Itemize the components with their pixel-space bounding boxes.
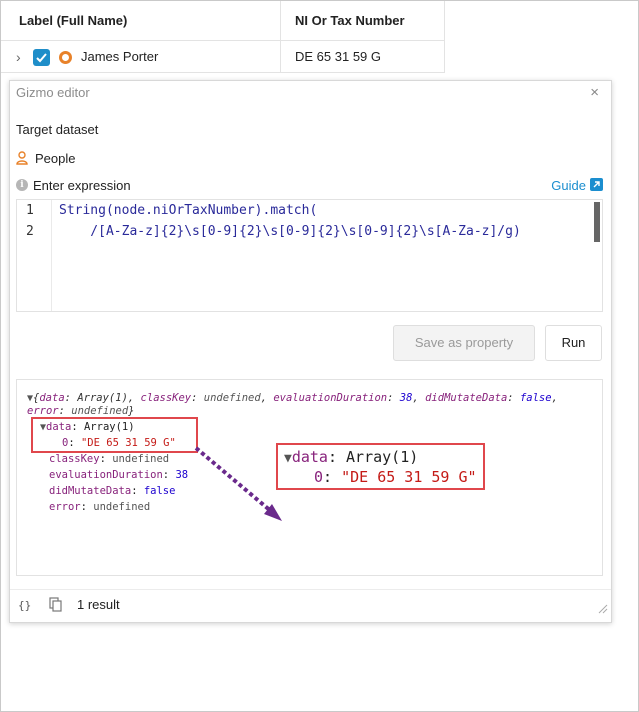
triangle-down-icon: ▼: [284, 451, 292, 466]
output-eval-line: evaluationDuration: 38: [49, 469, 189, 481]
line-gutter: 1 2: [17, 200, 52, 311]
save-as-property-button[interactable]: Save as property: [393, 325, 535, 361]
expression-label: Enter expression: [33, 178, 131, 193]
table-header: Label (Full Name) NI Or Tax Number: [1, 1, 445, 41]
info-icon: i: [16, 179, 28, 191]
zoom-item-line: 0: "DE 65 31 59 G": [314, 468, 477, 486]
external-link-icon[interactable]: [590, 178, 603, 191]
chevron-right-icon[interactable]: ›: [16, 49, 21, 65]
node-ring-icon: [59, 51, 72, 64]
column-header-label[interactable]: Label (Full Name): [19, 13, 127, 28]
resize-icon[interactable]: [598, 601, 608, 619]
output-error-line: error: undefined: [49, 501, 151, 513]
output-mutate-line: didMutateData: false: [49, 485, 176, 497]
guide-link[interactable]: Guide: [551, 178, 586, 193]
footer-divider: [10, 589, 611, 590]
target-dataset-label: Target dataset: [16, 122, 99, 137]
braces-icon[interactable]: {}: [18, 599, 31, 612]
zoom-callout: ▼data: Array(1) 0: "DE 65 31 59 G": [276, 443, 485, 490]
table-row[interactable]: › James Porter DE 65 31 59 G: [1, 41, 445, 73]
output-summary-line: error: undefined}: [27, 405, 135, 417]
code-line[interactable]: String(node.niOrTaxNumber).match(: [59, 203, 317, 218]
expression-editor[interactable]: 1 2 String(node.niOrTaxNumber).match( /[…: [16, 199, 603, 312]
result-count: 1 result: [77, 597, 120, 612]
run-button[interactable]: Run: [545, 325, 602, 361]
gizmo-editor-panel: Gizmo editor × Target dataset People i E…: [9, 80, 612, 623]
copy-icon[interactable]: [49, 597, 62, 617]
line-number: 1: [26, 203, 34, 218]
code-line[interactable]: /[A-Za-z]{2}\s[0-9]{2}\s[0-9]{2}\s[0-9]{…: [59, 224, 520, 239]
column-header-tax[interactable]: NI Or Tax Number: [295, 13, 405, 28]
checkbox-checked-icon[interactable]: [33, 49, 50, 66]
person-icon: [16, 151, 28, 170]
close-icon[interactable]: ×: [590, 84, 599, 101]
row-name: James Porter: [81, 49, 159, 64]
output-classkey-line: classKey: undefined: [49, 453, 170, 465]
line-number: 2: [26, 224, 34, 239]
dataset-name[interactable]: People: [35, 151, 75, 166]
zoom-data-line: ▼data: Array(1): [284, 448, 419, 466]
highlight-box: [31, 417, 198, 453]
row-tax-number: DE 65 31 59 G: [295, 49, 381, 64]
panel-title: Gizmo editor: [16, 85, 90, 100]
output-summary-line[interactable]: ▼{data: Array(1), classKey: undefined, e…: [27, 392, 558, 404]
editor-scrollbar[interactable]: [594, 202, 600, 242]
